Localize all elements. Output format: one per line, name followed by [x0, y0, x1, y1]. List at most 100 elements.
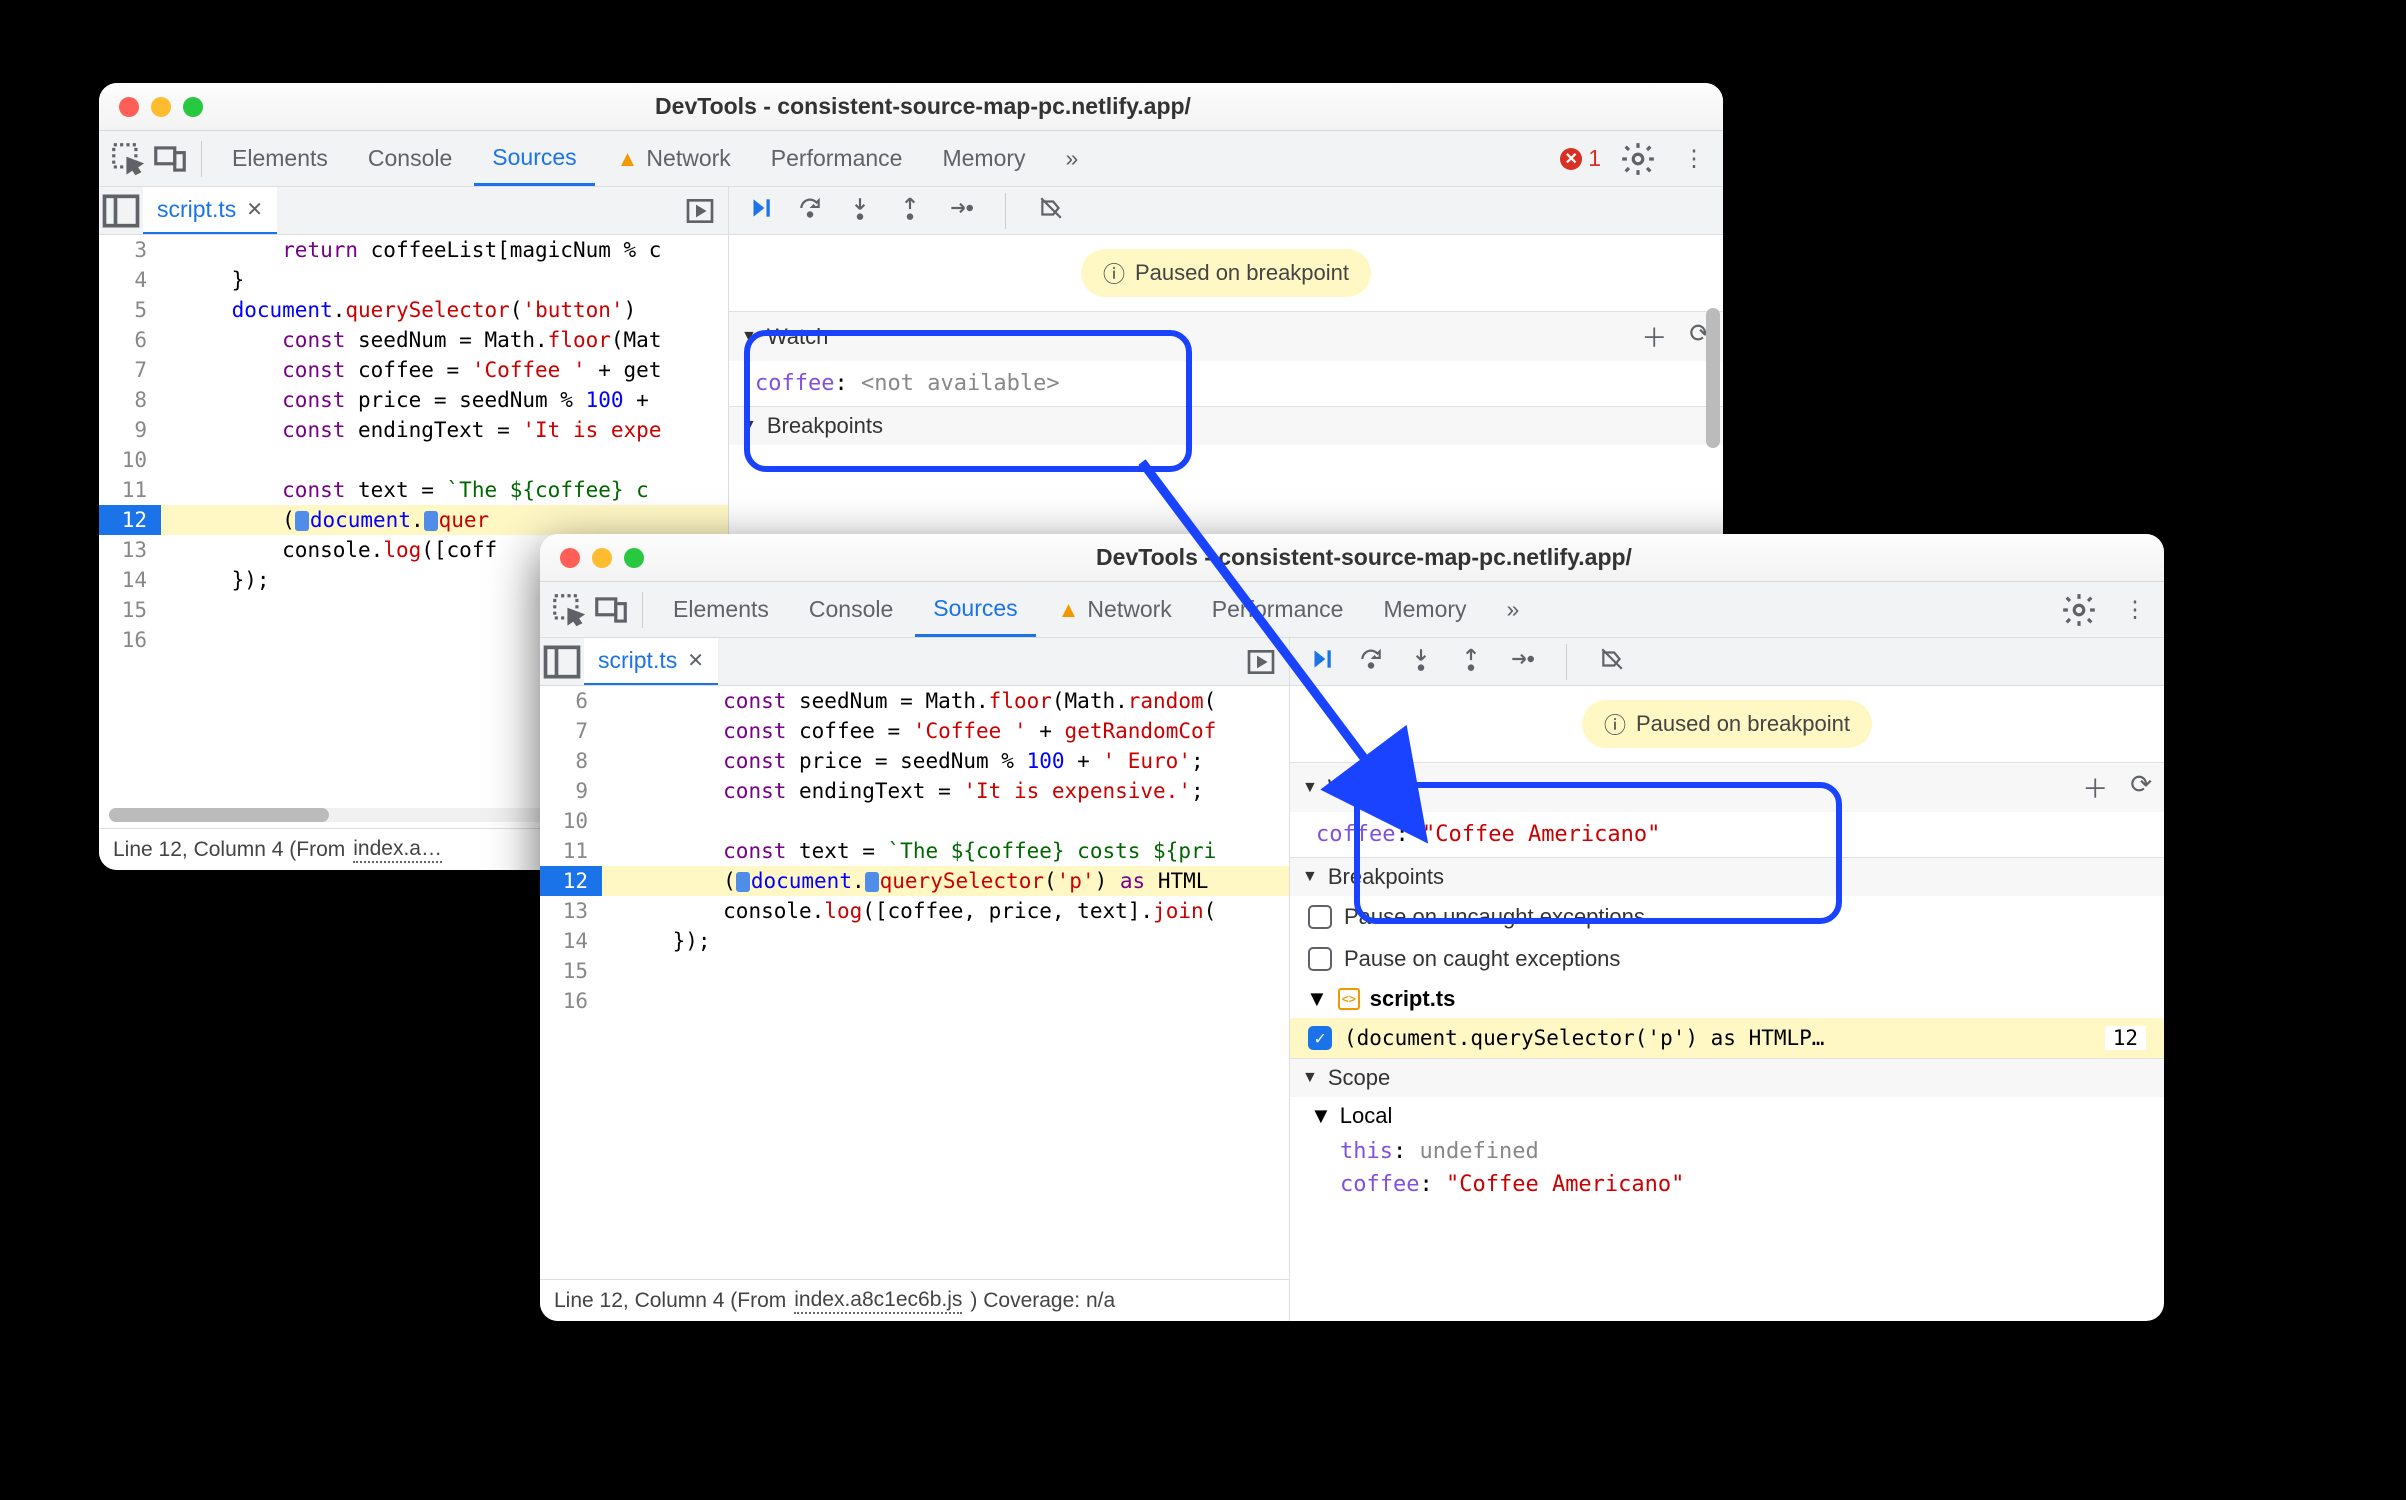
checkbox-checked-icon[interactable]: ✓ [1308, 1026, 1332, 1050]
code-line[interactable]: 12 (document.quer [99, 505, 728, 535]
code-editor[interactable]: 6 const seedNum = Math.floor(Math.random… [540, 686, 1289, 1279]
code-line[interactable]: 7 const coffee = 'Coffee ' + getRandomCo… [540, 716, 1289, 746]
tab-performance[interactable]: Performance [753, 131, 921, 186]
checkbox-icon[interactable] [1308, 905, 1332, 929]
resume-icon[interactable] [747, 195, 773, 227]
breakpoint-gutter[interactable]: 12 [540, 866, 602, 896]
error-badge[interactable]: ✕1 [1560, 145, 1601, 172]
line-number[interactable]: 9 [540, 776, 602, 806]
code-line[interactable]: 11 const text = `The ${coffee} costs ${p… [540, 836, 1289, 866]
step-into-icon[interactable] [847, 195, 873, 227]
device-icon[interactable] [151, 140, 189, 178]
line-number[interactable]: 8 [540, 746, 602, 776]
deactivate-breakpoints-icon[interactable] [1599, 646, 1625, 678]
sourcemap-link[interactable]: index.a… [353, 837, 442, 863]
line-number[interactable]: 5 [99, 295, 161, 325]
step-over-icon[interactable] [1358, 646, 1384, 678]
tab-console[interactable]: Console [791, 582, 911, 637]
run-snippet-icon[interactable] [684, 195, 728, 227]
tab-memory[interactable]: Memory [1365, 582, 1484, 637]
tab-elements[interactable]: Elements [655, 582, 787, 637]
line-number[interactable]: 6 [540, 686, 602, 716]
vertical-scrollbar[interactable] [1706, 308, 1720, 448]
line-number[interactable]: 14 [540, 926, 602, 956]
code-line[interactable]: 7 const coffee = 'Coffee ' + get [99, 355, 728, 385]
kebab-icon[interactable]: ⋮ [2116, 591, 2154, 629]
deactivate-breakpoints-icon[interactable] [1038, 195, 1064, 227]
code-line[interactable]: 16 [540, 986, 1289, 1016]
code-line[interactable]: 11 const text = `The ${coffee} c [99, 475, 728, 505]
scope-header[interactable]: ▼Scope [1290, 1059, 2164, 1097]
zoom-icon[interactable] [183, 97, 203, 117]
code-line[interactable]: 8 const price = seedNum % 100 + [99, 385, 728, 415]
code-line[interactable]: 15 [540, 956, 1289, 986]
resume-icon[interactable] [1308, 646, 1334, 678]
tab-elements[interactable]: Elements [214, 131, 346, 186]
breakpoints-header[interactable]: ▼Breakpoints [729, 407, 1723, 445]
line-number[interactable]: 15 [540, 956, 602, 986]
line-number[interactable]: 4 [99, 265, 161, 295]
watch-expression[interactable]: coffee: "Coffee Americano" [1290, 812, 2164, 857]
code-line[interactable]: 4 } [99, 265, 728, 295]
zoom-icon[interactable] [624, 548, 644, 568]
line-number[interactable]: 11 [99, 475, 161, 505]
watch-expression[interactable]: coffee: <not available> [729, 361, 1723, 406]
checkbox-icon[interactable] [1308, 947, 1332, 971]
watch-header[interactable]: ▼Watch ＋⟳ [729, 312, 1723, 361]
line-number[interactable]: 7 [99, 355, 161, 385]
code-line[interactable]: 9 const endingText = 'It is expe [99, 415, 728, 445]
line-number[interactable]: 11 [540, 836, 602, 866]
code-line[interactable]: 14 }); [540, 926, 1289, 956]
tab-sources[interactable]: Sources [474, 131, 594, 186]
close-tab-icon[interactable]: ✕ [687, 648, 704, 673]
close-tab-icon[interactable]: ✕ [246, 197, 263, 222]
add-watch-icon[interactable]: ＋ [1641, 318, 1667, 355]
settings-icon[interactable] [1619, 140, 1657, 178]
run-snippet-icon[interactable] [1245, 646, 1289, 678]
line-number[interactable]: 7 [540, 716, 602, 746]
tab-performance[interactable]: Performance [1194, 582, 1362, 637]
code-line[interactable]: 10 [540, 806, 1289, 836]
code-line[interactable]: 3 return coffeeList[magicNum % c [99, 235, 728, 265]
step-into-icon[interactable] [1408, 646, 1434, 678]
step-out-icon[interactable] [897, 195, 923, 227]
line-number[interactable]: 10 [99, 445, 161, 475]
step-over-icon[interactable] [797, 195, 823, 227]
tab-network[interactable]: ▲Network [1040, 582, 1190, 637]
code-line[interactable]: 9 const endingText = 'It is expensive.'; [540, 776, 1289, 806]
tab-memory[interactable]: Memory [924, 131, 1043, 186]
device-icon[interactable] [592, 591, 630, 629]
navigator-icon[interactable] [99, 189, 143, 233]
close-icon[interactable] [560, 548, 580, 568]
pause-uncaught-row[interactable]: Pause on uncaught exceptions [1290, 896, 2164, 938]
tab-sources[interactable]: Sources [915, 582, 1035, 637]
line-number[interactable]: 8 [99, 385, 161, 415]
navigator-icon[interactable] [540, 640, 584, 684]
code-line[interactable]: 12 (document.querySelector('p') as HTML [540, 866, 1289, 896]
file-tab-script[interactable]: script.ts✕ [584, 638, 718, 685]
inspect-icon[interactable] [109, 140, 147, 178]
line-number[interactable]: 10 [540, 806, 602, 836]
line-number[interactable]: 16 [99, 625, 161, 655]
tabs-overflow[interactable]: » [1048, 131, 1097, 186]
breakpoint-gutter[interactable]: 12 [99, 505, 161, 535]
pause-caught-row[interactable]: Pause on caught exceptions [1290, 938, 2164, 980]
watch-header[interactable]: ▼Watch ＋⟳ [1290, 763, 2164, 812]
step-icon[interactable] [947, 195, 973, 227]
refresh-icon[interactable]: ⟳ [2130, 769, 2152, 806]
scope-local[interactable]: ▼Local [1290, 1097, 2164, 1135]
inspect-icon[interactable] [550, 591, 588, 629]
close-icon[interactable] [119, 97, 139, 117]
line-number[interactable]: 15 [99, 595, 161, 625]
breakpoint-item[interactable]: ✓(document.querySelector('p') as HTMLP…1… [1290, 1018, 2164, 1058]
tabs-overflow[interactable]: » [1489, 582, 1538, 637]
code-line[interactable]: 13 console.log([coffee, price, text].joi… [540, 896, 1289, 926]
line-number[interactable]: 13 [540, 896, 602, 926]
breakpoints-header[interactable]: ▼Breakpoints [1290, 858, 2164, 896]
code-line[interactable]: 6 const seedNum = Math.floor(Mat [99, 325, 728, 355]
step-out-icon[interactable] [1458, 646, 1484, 678]
code-line[interactable]: 8 const price = seedNum % 100 + ' Euro'; [540, 746, 1289, 776]
line-number[interactable]: 16 [540, 986, 602, 1016]
minimize-icon[interactable] [592, 548, 612, 568]
step-icon[interactable] [1508, 646, 1534, 678]
